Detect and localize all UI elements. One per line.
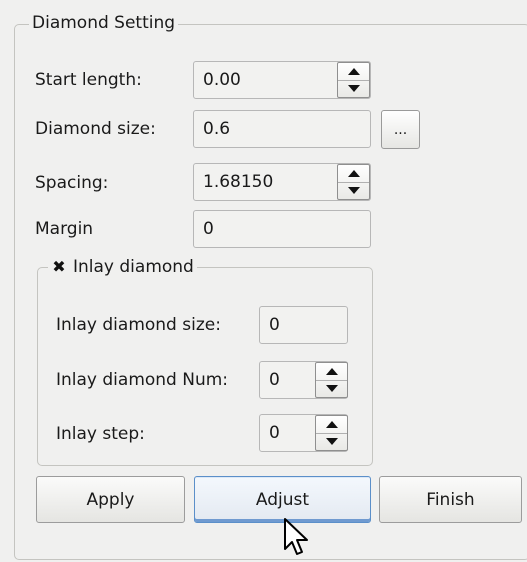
inlay-num-increment[interactable]: [316, 363, 347, 380]
inlay-diamond-label: Inlay diamond: [73, 257, 194, 277]
margin-label: Margin: [35, 219, 94, 239]
inlay-diamond-num-spinner[interactable]: [315, 362, 348, 398]
finish-button[interactable]: Finish: [379, 476, 522, 523]
spacing-decrement[interactable]: [338, 181, 369, 200]
inlay-diamond-checkbox[interactable]: ✖: [51, 259, 67, 275]
inlay-diamond-num-label: Inlay diamond Num:: [56, 370, 229, 390]
arrow-down-icon: [347, 85, 360, 93]
diamond-size-input[interactable]: 0.6: [193, 110, 371, 148]
start-length-spinner[interactable]: [337, 62, 370, 98]
inlay-num-decrement[interactable]: [316, 379, 347, 398]
diamond-setting-title: Diamond Setting: [29, 12, 179, 34]
inlay-diamond-toggle[interactable]: ✖ Inlay diamond: [48, 256, 197, 278]
arrow-up-icon: [325, 367, 338, 375]
arrow-down-icon: [325, 385, 338, 393]
arrow-up-icon: [347, 67, 360, 75]
inlay-step-spinner[interactable]: [315, 415, 348, 451]
inlay-step-increment[interactable]: [316, 416, 347, 433]
arrow-down-icon: [325, 438, 338, 446]
arrow-down-icon: [347, 187, 360, 195]
start-length-increment[interactable]: [338, 63, 369, 80]
diamond-size-label: Diamond size:: [35, 119, 156, 139]
inlay-diamond-size-input[interactable]: 0: [259, 306, 348, 344]
start-length-label: Start length:: [35, 70, 142, 90]
apply-button[interactable]: Apply: [36, 476, 185, 523]
inlay-step-label: Inlay step:: [56, 424, 145, 444]
inlay-diamond-size-label: Inlay diamond size:: [56, 315, 221, 335]
arrow-pointer-icon: [284, 518, 308, 555]
margin-input[interactable]: 0: [193, 210, 371, 248]
arrow-up-icon: [347, 169, 360, 177]
diamond-size-browse-button[interactable]: ...: [381, 110, 420, 149]
arrow-up-icon: [325, 420, 338, 428]
spacing-increment[interactable]: [338, 165, 369, 182]
spacing-label: Spacing:: [35, 173, 109, 193]
spacing-spinner[interactable]: [337, 164, 370, 200]
inlay-step-decrement[interactable]: [316, 432, 347, 451]
adjust-button[interactable]: Adjust: [194, 476, 371, 523]
start-length-decrement[interactable]: [338, 79, 369, 98]
